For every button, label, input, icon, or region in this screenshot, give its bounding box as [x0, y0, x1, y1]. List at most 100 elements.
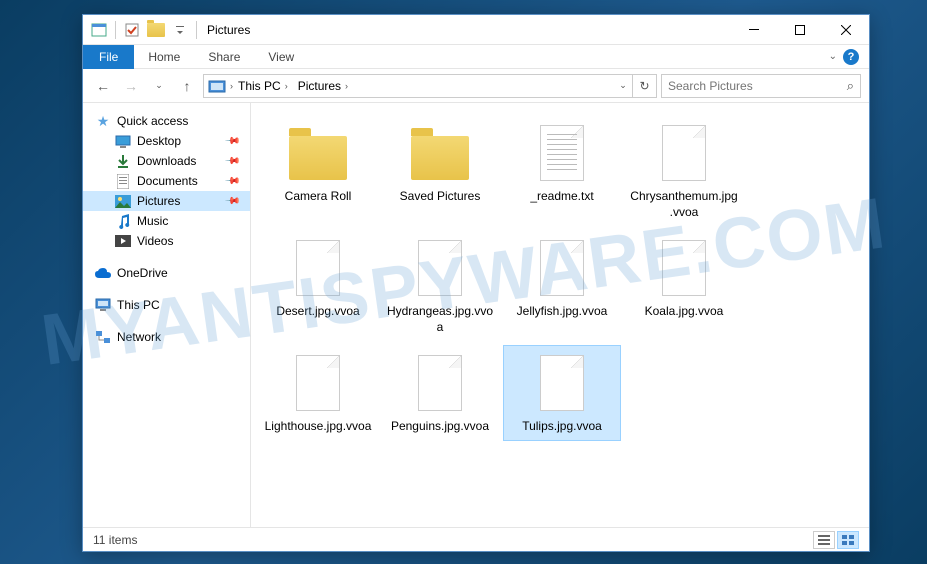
file-item[interactable]: Lighthouse.jpg.vvoa: [259, 345, 377, 441]
view-toggle: [813, 531, 859, 549]
address-bar[interactable]: › This PC› Pictures› ⌄ ↻: [203, 74, 657, 98]
sidebar-item-label: Network: [117, 330, 161, 344]
pictures-icon: [115, 193, 131, 209]
details-view-button[interactable]: [813, 531, 835, 549]
maximize-button[interactable]: [777, 15, 823, 45]
pin-icon: 📌: [223, 153, 240, 170]
file-item[interactable]: Jellyfish.jpg.vvoa: [503, 230, 621, 341]
file-item[interactable]: Penguins.jpg.vvoa: [381, 345, 499, 441]
sidebar-item-label: Downloads: [137, 154, 196, 168]
window-controls: [731, 15, 869, 45]
file-item[interactable]: _readme.txt: [503, 115, 621, 226]
titlebar[interactable]: Pictures: [83, 15, 869, 45]
blank-file-icon: [418, 240, 462, 296]
sidebar-item-documents[interactable]: Documents📌: [83, 171, 250, 191]
checkbox-icon[interactable]: [122, 22, 142, 38]
minimize-button[interactable]: [731, 15, 777, 45]
folder-item[interactable]: Camera Roll: [259, 115, 377, 226]
sidebar-item-quick-access[interactable]: ★ Quick access: [83, 111, 250, 131]
tab-share[interactable]: Share: [194, 46, 254, 68]
breadcrumb-segment[interactable]: Pictures›: [293, 79, 353, 93]
item-count: 11 items: [93, 533, 137, 547]
documents-icon: [115, 173, 131, 189]
onedrive-icon: [95, 265, 111, 281]
help-icon[interactable]: ?: [843, 49, 859, 65]
item-label: Tulips.jpg.vvoa: [522, 419, 602, 435]
breadcrumb-segment[interactable]: This PC›: [233, 79, 293, 93]
sidebar-item-music[interactable]: Music: [83, 211, 250, 231]
text-file-icon: [540, 125, 584, 181]
pin-icon: 📌: [223, 173, 240, 190]
file-tab[interactable]: File: [83, 45, 134, 69]
item-label: _readme.txt: [530, 189, 593, 205]
address-dropdown-icon[interactable]: ⌄: [614, 75, 632, 97]
sidebar-item-label: This PC: [117, 298, 160, 312]
properties-icon[interactable]: [89, 22, 109, 38]
location-icon[interactable]: [204, 79, 230, 93]
sidebar-item-thispc[interactable]: This PC: [83, 295, 250, 315]
blank-file-icon: [418, 355, 462, 411]
navigation-bar: ← → ⌄ ↑ › This PC› Pictures› ⌄ ↻ ⌕: [83, 69, 869, 103]
separator: [115, 21, 116, 39]
sidebar-item-downloads[interactable]: Downloads 📌: [83, 151, 250, 171]
forward-button[interactable]: →: [119, 74, 143, 98]
sidebar-item-onedrive[interactable]: OneDrive: [83, 263, 250, 283]
search-box[interactable]: ⌕: [661, 74, 861, 98]
sidebar-item-label: OneDrive: [117, 266, 168, 280]
window-title: Pictures: [207, 23, 250, 37]
sidebar-item-pictures[interactable]: Pictures📌: [83, 191, 250, 211]
sidebar-item-label: Quick access: [117, 114, 188, 128]
file-item[interactable]: Hydrangeas.jpg.vvoa: [381, 230, 499, 341]
folder-icon: [411, 136, 469, 180]
item-label: Camera Roll: [285, 189, 352, 205]
folder-item[interactable]: Saved Pictures: [381, 115, 499, 226]
file-grid: Camera Roll Saved Pictures _readme.txt Chry…: [259, 115, 861, 441]
quick-access-group: ★ Quick access Desktop📌Downloads📌Documen…: [83, 111, 250, 251]
back-button[interactable]: ←: [91, 74, 115, 98]
videos-icon: [115, 233, 131, 249]
computer-icon: [95, 297, 111, 313]
item-label: Chrysanthemum.jpg.vvoa: [629, 189, 739, 220]
desktop-icon: [115, 133, 131, 149]
sidebar-item-videos[interactable]: Videos: [83, 231, 250, 251]
expand-ribbon-icon[interactable]: ⌄: [829, 51, 837, 62]
item-label: Saved Pictures: [400, 189, 481, 205]
refresh-button[interactable]: ↻: [632, 75, 656, 97]
blank-file-icon: [662, 240, 706, 296]
navigation-pane[interactable]: ★ Quick access Desktop📌Downloads📌Documen…: [83, 103, 251, 527]
qat-dropdown-icon[interactable]: [170, 22, 190, 38]
blank-file-icon: [296, 240, 340, 296]
blank-file-icon: [540, 355, 584, 411]
tab-home[interactable]: Home: [134, 46, 194, 68]
status-bar: 11 items: [83, 527, 869, 551]
blank-file-icon: [540, 240, 584, 296]
folder-icon: [289, 136, 347, 180]
explorer-window: Pictures File Home Share View ⌄ ? ← → ⌄ …: [82, 14, 870, 552]
network-icon: [95, 329, 111, 345]
sidebar-item-label: Desktop: [137, 134, 181, 148]
star-icon: ★: [95, 113, 111, 129]
file-item[interactable]: Koala.jpg.vvoa: [625, 230, 743, 341]
blank-file-icon: [662, 125, 706, 181]
blank-file-icon: [296, 355, 340, 411]
content-pane[interactable]: Camera Roll Saved Pictures _readme.txt Chry…: [251, 103, 869, 527]
up-button[interactable]: ↑: [175, 74, 199, 98]
item-label: Desert.jpg.vvoa: [276, 304, 359, 320]
close-button[interactable]: [823, 15, 869, 45]
recent-dropdown-icon[interactable]: ⌄: [147, 74, 171, 98]
file-item[interactable]: Tulips.jpg.vvoa: [503, 345, 621, 441]
folder-icon[interactable]: [146, 22, 166, 38]
search-icon[interactable]: ⌕: [847, 78, 854, 94]
item-label: Lighthouse.jpg.vvoa: [265, 419, 372, 435]
file-item[interactable]: Chrysanthemum.jpg.vvoa: [625, 115, 743, 226]
file-item[interactable]: Desert.jpg.vvoa: [259, 230, 377, 341]
icons-view-button[interactable]: [837, 531, 859, 549]
pin-icon: 📌: [223, 193, 240, 210]
tab-view[interactable]: View: [254, 46, 308, 68]
sidebar-item-label: Videos: [137, 234, 173, 248]
ribbon: File Home Share View ⌄ ?: [83, 45, 869, 69]
sidebar-item-desktop[interactable]: Desktop📌: [83, 131, 250, 151]
sidebar-item-network[interactable]: Network: [83, 327, 250, 347]
separator: [196, 21, 197, 39]
search-input[interactable]: [668, 79, 847, 93]
